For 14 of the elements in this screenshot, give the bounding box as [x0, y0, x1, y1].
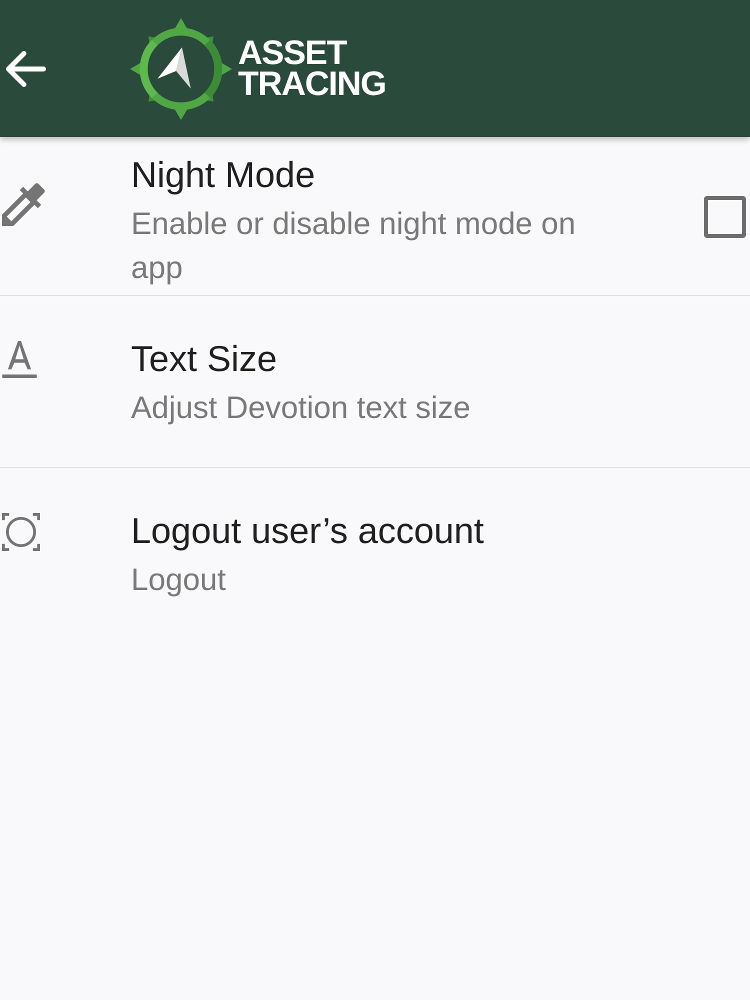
setting-description: Enable or disable night mode on app	[131, 205, 577, 287]
setting-title: Text Size	[131, 337, 278, 381]
logo-text: TRACING	[238, 68, 386, 100]
dropper-icon	[2, 183, 45, 226]
logo-text: ASSET	[238, 38, 347, 68]
setting-title: Night Mode	[131, 153, 316, 197]
circle-in-frame-icon	[2, 513, 40, 551]
setting-title: Logout user’s account	[131, 509, 485, 553]
setting-description: Adjust Devotion text size	[131, 389, 472, 427]
setting-description: Logout	[131, 561, 227, 599]
compass-logo-icon	[130, 18, 232, 120]
checkbox[interactable]	[704, 196, 746, 238]
back-arrow-icon	[6, 50, 46, 86]
text-format-icon	[2, 341, 37, 378]
